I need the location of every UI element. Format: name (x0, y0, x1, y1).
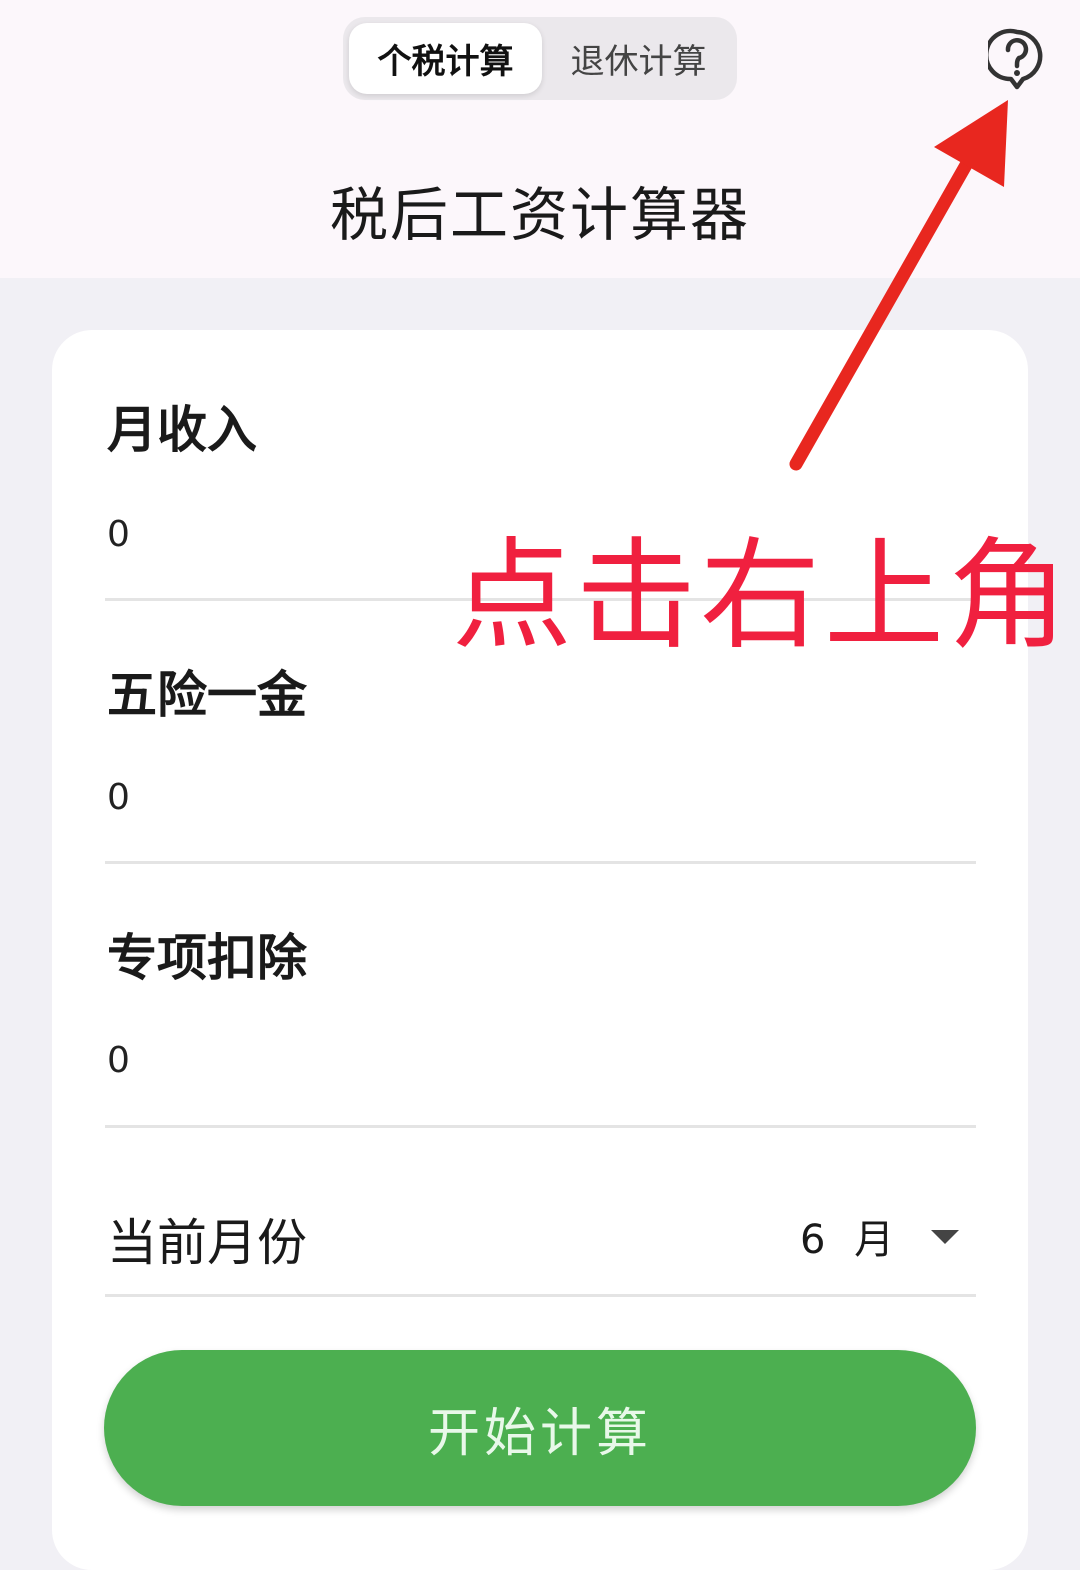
special-deduction-underline (105, 1125, 976, 1128)
social-insurance-underline (105, 861, 976, 864)
help-question-icon[interactable] (983, 28, 1046, 92)
month-value: 6 月 (800, 1217, 903, 1263)
social-insurance-input[interactable] (105, 767, 976, 827)
special-deduction-input[interactable] (105, 1030, 976, 1090)
current-month-label: 当前月份 (107, 1214, 307, 1272)
tab-tax-calc[interactable]: 个税计算 (349, 23, 542, 94)
app-header: 个税计算 退休计算 税后工资计算器 (0, 0, 1080, 278)
page-title: 税后工资计算器 (329, 181, 750, 249)
social-insurance-label: 五险一金 (107, 666, 307, 724)
month-dropdown[interactable]: 6 月 (800, 1200, 976, 1272)
month-underline (105, 1294, 976, 1297)
mode-segmented-control: 个税计算 退休计算 (343, 17, 737, 100)
start-calculate-button[interactable]: 开始计算 (104, 1350, 976, 1506)
tab-retirement-calc[interactable]: 退休计算 (546, 23, 731, 94)
monthly-income-label: 月收入 (107, 401, 257, 459)
special-deduction-label: 专项扣除 (107, 929, 307, 987)
annotation-text: 点击右上角 (452, 527, 1072, 666)
dropdown-caret-icon (931, 1230, 959, 1244)
